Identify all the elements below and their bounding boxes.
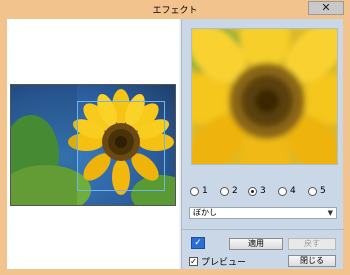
chevron-down-icon[interactable]: ▼ <box>328 208 333 218</box>
close-window-button[interactable]: ✕ <box>308 1 344 15</box>
blur-level-radios: 1 2 3 4 5 <box>190 185 340 199</box>
radio-circle[interactable] <box>308 186 317 196</box>
image-pane <box>7 19 179 269</box>
undo-button[interactable]: 戻す <box>288 238 336 250</box>
close-icon: ✕ <box>321 1 331 14</box>
effect-preview <box>191 28 338 165</box>
level-radio-3[interactable]: 3 <box>248 185 266 197</box>
window-title: エフェクト <box>152 6 198 16</box>
radio-circle[interactable] <box>278 186 287 196</box>
brush-icon: ✓ <box>194 238 202 248</box>
dialog-content: 1 2 3 4 5 ぼかし ▼ ✓ 適用 戻す ✓ プレビュー 閉じる <box>7 19 344 269</box>
level-radio-1[interactable]: 1 <box>190 185 208 197</box>
control-pane: 1 2 3 4 5 ぼかし ▼ ✓ 適用 戻す ✓ プレビュー 閉じる <box>181 19 344 269</box>
divider <box>182 229 344 230</box>
preview-label: プレビュー <box>201 258 247 268</box>
apply-button[interactable]: 適用 <box>229 238 283 250</box>
source-image[interactable] <box>10 84 176 206</box>
level-radio-5[interactable]: 5 <box>308 185 326 197</box>
radio-circle[interactable] <box>220 186 229 196</box>
title-bar[interactable]: エフェクト ✕ <box>0 0 350 17</box>
selection-outside-shade <box>11 85 77 205</box>
checkbox-box[interactable]: ✓ <box>189 257 198 266</box>
brush-tool-button[interactable]: ✓ <box>191 237 205 249</box>
radio-circle[interactable] <box>190 186 199 196</box>
level-radio-2[interactable]: 2 <box>220 185 238 197</box>
effect-type-select[interactable]: ぼかし ▼ <box>189 207 337 219</box>
preview-checkbox[interactable]: ✓ プレビュー <box>189 255 246 268</box>
close-button[interactable]: 閉じる <box>288 255 336 267</box>
selection-rectangle[interactable] <box>77 101 165 191</box>
radio-circle-selected[interactable] <box>248 186 257 196</box>
blurred-preview-image <box>192 29 337 164</box>
effect-window: エフェクト ✕ 1 2 3 4 5 ぼかし ▼ ✓ 適用 戻す ✓ プレビュー … <box>0 0 350 275</box>
level-radio-4[interactable]: 4 <box>278 185 296 197</box>
effect-type-value: ぼかし <box>193 208 217 217</box>
